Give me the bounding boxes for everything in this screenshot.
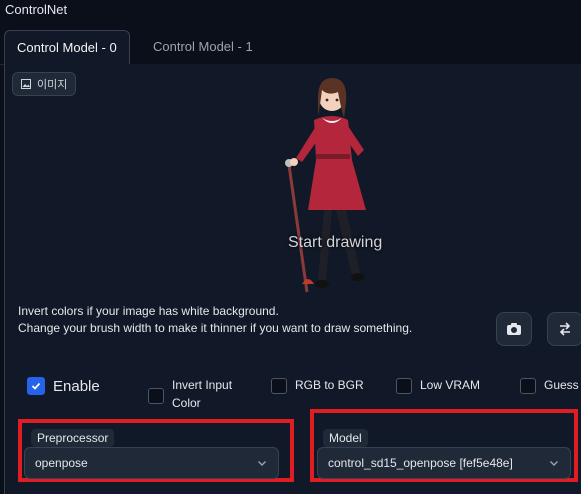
- rgb-to-bgr-label: RGB to BGR: [295, 378, 364, 392]
- guess-check-box[interactable]: [520, 378, 536, 394]
- model-select[interactable]: control_sd15_openpose [fef5e48e]: [317, 447, 571, 479]
- swap-icon: [559, 322, 571, 336]
- instruction-line-1: Invert colors if your image has white ba…: [18, 304, 279, 318]
- instruction-line-2: Change your brush width to make it thinn…: [18, 321, 413, 335]
- invert-check-box[interactable]: [148, 388, 164, 404]
- image-badge-label: 이미지: [37, 79, 68, 91]
- tab-bar: Control Model - 0 Control Model - 1: [0, 30, 581, 66]
- model-label: Model: [323, 429, 368, 447]
- check-icon: [31, 382, 41, 390]
- invert-input-color-checkbox[interactable]: Invert Input Color: [148, 378, 232, 410]
- tab-control-model-1[interactable]: Control Model - 1: [141, 30, 265, 64]
- invert-label-line-2: Color: [172, 396, 201, 410]
- image-canvas[interactable]: Start drawing: [16, 62, 576, 294]
- enable-check-box[interactable]: [27, 377, 45, 395]
- camera-button[interactable]: [496, 312, 532, 346]
- enable-checkbox[interactable]: Enable: [27, 377, 100, 395]
- camera-icon: [507, 323, 521, 335]
- low-vram-check-box[interactable]: [396, 378, 412, 394]
- chevron-down-icon: [258, 461, 266, 466]
- instructions: Invert colors if your image has white ba…: [18, 303, 412, 337]
- enable-label: Enable: [53, 377, 100, 395]
- invert-label: Invert Input Color: [172, 378, 232, 410]
- preprocessor-select[interactable]: openpose: [24, 447, 279, 479]
- rgb-check-box[interactable]: [271, 378, 287, 394]
- image-source-badge: 이미지: [12, 72, 77, 96]
- chevron-down-icon: [550, 461, 558, 466]
- rgb-to-bgr-checkbox[interactable]: RGB to BGR: [271, 378, 364, 394]
- guess-mode-checkbox[interactable]: Guess M: [520, 378, 581, 394]
- invert-label-line-1: Invert Input: [172, 378, 233, 392]
- low-vram-checkbox[interactable]: Low VRAM: [396, 378, 480, 394]
- section-title: ControlNet: [5, 2, 68, 17]
- guess-mode-label: Guess M: [544, 378, 581, 392]
- preprocessor-label: Preprocessor: [31, 429, 115, 447]
- uploaded-image: [285, 78, 366, 293]
- tab-control-model-0[interactable]: Control Model - 0: [4, 30, 130, 66]
- image-icon: [21, 79, 31, 89]
- swap-button[interactable]: [547, 312, 581, 346]
- canvas-overlay-text: Start drawing: [288, 234, 383, 251]
- model-value: control_sd15_openpose [fef5e48e]: [328, 456, 513, 470]
- preprocessor-value: openpose: [35, 456, 88, 470]
- low-vram-label: Low VRAM: [420, 378, 481, 392]
